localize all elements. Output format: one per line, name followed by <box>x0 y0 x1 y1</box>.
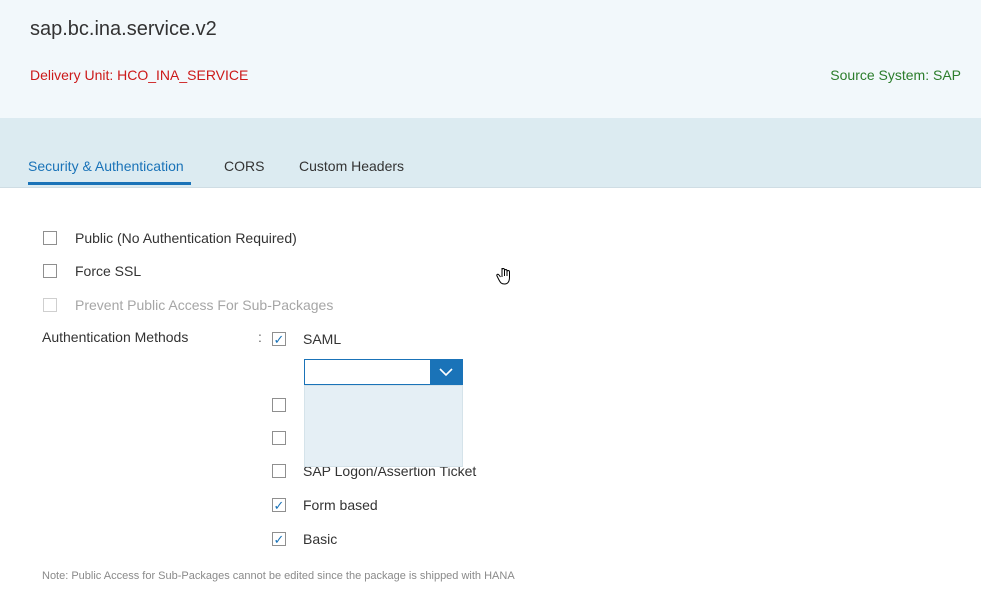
auth-method-2-checkbox[interactable] <box>272 398 286 412</box>
source-system-label: Source System: SAP <box>830 67 961 83</box>
form-based-checkbox[interactable]: ✓ <box>272 498 286 512</box>
active-tab-indicator <box>28 182 191 185</box>
saml-checkbox[interactable]: ✓ <box>272 332 286 346</box>
tab-security-authentication[interactable]: Security & Authentication <box>28 158 184 174</box>
basic-label: Basic <box>303 531 338 547</box>
tab-cors[interactable]: CORS <box>224 158 264 174</box>
page-title: sap.bc.ina.service.v2 <box>30 18 217 40</box>
saml-label: SAML <box>303 331 342 347</box>
authentication-methods-label: Authentication Methods <box>42 329 189 345</box>
auth-method-3-checkbox[interactable] <box>272 431 286 445</box>
prevent-public-access-checkbox <box>43 298 57 312</box>
auth-method-form: ✓ Form based <box>272 495 378 515</box>
tab-bar: Security & Authentication CORS Custom He… <box>0 118 981 188</box>
prevent-public-access-option: Prevent Public Access For Sub-Packages <box>43 295 333 315</box>
public-option: Public (No Authentication Required) <box>43 228 297 248</box>
force-ssl-checkbox[interactable] <box>43 264 57 278</box>
force-ssl-option: Force SSL <box>43 261 141 281</box>
delivery-unit-label: Delivery Unit: HCO_INA_SERVICE <box>30 67 249 83</box>
public-checkbox[interactable] <box>43 231 57 245</box>
saml-dropdown-list[interactable] <box>304 385 463 467</box>
auth-method-saml: ✓ SAML <box>272 329 341 349</box>
auth-method-3 <box>272 428 303 448</box>
logon-ticket-checkbox[interactable] <box>272 464 286 478</box>
form-based-label: Form based <box>303 497 378 513</box>
label-separator: : <box>258 329 262 345</box>
saml-provider-select[interactable] <box>304 359 463 385</box>
dropdown-button[interactable] <box>430 360 462 384</box>
public-label: Public (No Authentication Required) <box>75 230 297 246</box>
auth-method-basic: ✓ Basic <box>272 529 337 549</box>
object-header: sap.bc.ina.service.v2 Delivery Unit: HCO… <box>0 0 981 118</box>
auth-method-2 <box>272 395 303 415</box>
prevent-public-access-label: Prevent Public Access For Sub-Packages <box>75 297 334 313</box>
hand-cursor-icon <box>496 268 510 285</box>
force-ssl-label: Force SSL <box>75 263 142 279</box>
basic-checkbox[interactable]: ✓ <box>272 532 286 546</box>
chevron-down-icon <box>439 368 453 377</box>
tab-custom-headers[interactable]: Custom Headers <box>299 158 404 174</box>
footer-note: Note: Public Access for Sub-Packages can… <box>42 570 515 582</box>
